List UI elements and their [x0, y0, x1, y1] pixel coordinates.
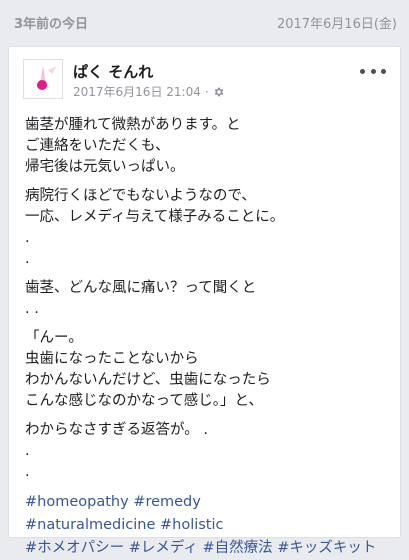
post-paragraph: 病院行くほどでもないようなので、 一応、レメディ与えて様子みることに。 . .	[25, 186, 386, 270]
post-line: .	[25, 251, 30, 267]
post-line: .	[25, 230, 30, 246]
memory-title: 3年前の今日	[14, 16, 89, 32]
post-body: 歯茎が腫れて微熱があります。と ご連絡をいただくも、 帰宅後は元気いっぱい。 病…	[9, 107, 400, 560]
hashtag-block: #homeopathy #remedy #naturalmedicine #ho…	[25, 491, 386, 560]
post-line: 「んー。	[25, 330, 83, 346]
post-line: わからなさすぎる返答が。 .	[25, 422, 208, 438]
memory-header: 3年前の今日 2017年6月16日(金)	[0, 0, 409, 44]
hashtag-link[interactable]: #キッズキット	[277, 540, 376, 556]
post-line: 虫歯になったことないから	[25, 351, 199, 367]
post-timestamp[interactable]: 2017年6月16日 21:04	[73, 83, 201, 100]
hashtag-link[interactable]: #homeopathy	[25, 494, 129, 510]
post-line: .	[25, 443, 30, 459]
post-line: わかんないんだけど、虫歯になったら	[25, 372, 271, 388]
post-paragraph: わからなさすぎる返答が。 . . .	[25, 420, 386, 483]
post-line: 病院行くほどでもないようなので、	[25, 188, 256, 204]
avatar[interactable]	[23, 59, 63, 99]
post-line: 帰宅後は元気いっぱい。	[25, 159, 185, 175]
hashtag-link[interactable]: #ホメオパシー	[25, 540, 124, 556]
dot-icon	[360, 68, 365, 74]
post-card: ぱく そんれ 2017年6月16日 21:04 · 歯茎が腫れて微熱があります。…	[8, 46, 401, 556]
hashtag-line: #naturalmedicine #holistic	[25, 514, 386, 537]
post-paragraph: 「んー。 虫歯になったことないから わかんないんだけど、虫歯になったら こんな感…	[25, 328, 386, 412]
memory-date[interactable]: 2017年6月16日(金)	[277, 13, 397, 32]
dot-icon	[381, 68, 386, 74]
post-meta: 2017年6月16日 21:04 ·	[73, 83, 225, 100]
gear-icon[interactable]	[213, 86, 225, 98]
hashtag-link[interactable]: #remedy	[133, 494, 201, 510]
hashtag-link[interactable]: #レメディ	[129, 540, 198, 556]
post-line: 歯茎が腫れて微熱があります。と	[25, 117, 241, 133]
post-line: 歯茎、どんな風に痛い？って聞くと	[25, 280, 257, 296]
author-name[interactable]: ぱく そんれ	[73, 61, 153, 82]
dot-icon	[370, 68, 376, 74]
post-header: ぱく そんれ 2017年6月16日 21:04 ·	[9, 47, 400, 107]
avatar-logo-icon	[37, 66, 57, 90]
post-line: . .	[25, 301, 39, 317]
hashtag-line: #homeopathy #remedy	[25, 491, 386, 514]
hashtag-link[interactable]: #自然療法	[203, 540, 273, 556]
post-line: ご連絡をいただくも、	[25, 138, 170, 154]
post-line: こんな感じなのかなって感じ。」と、	[25, 393, 263, 409]
post-paragraph: 歯茎が腫れて微熱があります。と ご連絡をいただくも、 帰宅後は元気いっぱい。	[25, 115, 386, 178]
post-line: 一応、レメディ与えて様子みることに。	[25, 209, 285, 225]
post-line: .	[25, 464, 30, 480]
post-paragraph: 歯茎、どんな風に痛い？って聞くと . .	[25, 278, 386, 320]
meta-separator: ·	[204, 84, 209, 99]
hashtag-line: #ホメオパシー #レメディ #自然療法 #キッズキット	[25, 537, 386, 560]
more-options-button[interactable]	[360, 63, 386, 79]
